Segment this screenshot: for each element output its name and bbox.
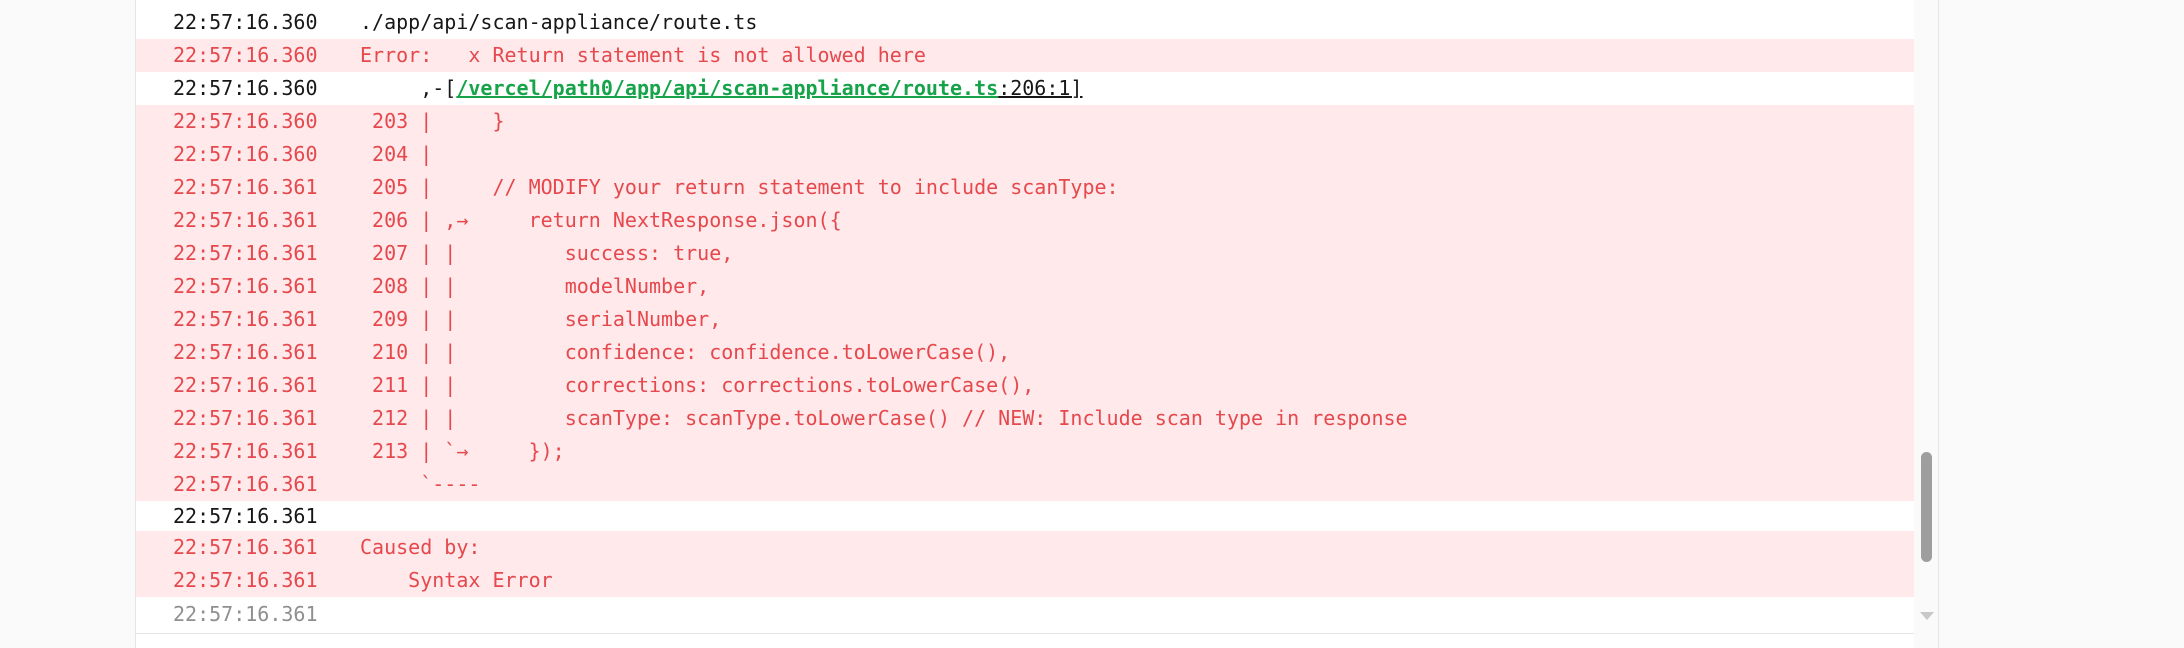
source-file-link[interactable]: /vercel/path0/app/api/scan-appliance/rou… xyxy=(456,76,998,100)
log-line: 22:57:16.361 Syntax Error xyxy=(136,564,1914,597)
log-lines: 22:57:16.360 ./app/api/scan-appliance/rou… xyxy=(136,6,1914,632)
log-timestamp: 22:57:16.360 xyxy=(173,10,318,34)
log-line: 22:57:16.361 Caused by: xyxy=(136,531,1914,564)
log-line: 22:57:16.361 xyxy=(136,597,1914,632)
log-timestamp: 22:57:16.361 xyxy=(173,175,318,199)
log-timestamp: 22:57:16.360 xyxy=(173,43,318,67)
log-prefix: ,-[ xyxy=(360,76,457,100)
build-log-panel: 22:57:16.360 ./app/api/scan-appliance/rou… xyxy=(135,0,1939,648)
log-message: ,-[/vercel/path0/app/api/scan-appliance/… xyxy=(360,72,1082,105)
log-line: 22:57:16.361 210 | | confidence: confide… xyxy=(136,336,1914,369)
log-message: 205 | // MODIFY your return statement to… xyxy=(360,175,1119,199)
log-message: `---- xyxy=(360,472,481,496)
scroll-down-arrow-icon[interactable] xyxy=(1920,612,1934,620)
log-message: 213 | `→ }); xyxy=(360,439,565,463)
log-timestamp: 22:57:16.361 xyxy=(173,504,318,528)
log-line: 22:57:16.361 205 | // MODIFY your return… xyxy=(136,171,1914,204)
log-timestamp: 22:57:16.360 xyxy=(173,76,318,100)
log-message: Caused by: xyxy=(360,535,481,559)
log-message: 207 | | success: true, xyxy=(360,241,734,265)
log-message: 211 | | corrections: corrections.toLower… xyxy=(360,373,1035,397)
log-message: Error: x Return statement is not allowed… xyxy=(360,43,926,67)
log-message: 208 | | modelNumber, xyxy=(360,274,710,298)
vertical-scrollbar[interactable] xyxy=(1914,0,1938,648)
log-message: 209 | | serialNumber, xyxy=(360,307,722,331)
log-line: 22:57:16.360 204 | xyxy=(136,138,1914,171)
log-line: 22:57:16.361 207 | | success: true, xyxy=(136,237,1914,270)
log-message: 204 | xyxy=(360,142,433,166)
log-timestamp: 22:57:16.361 xyxy=(173,373,318,397)
log-line: 22:57:16.361 212 | | scanType: scanType.… xyxy=(136,402,1914,435)
log-line: 22:57:16.361 209 | | serialNumber, xyxy=(136,303,1914,336)
log-message: 212 | | scanType: scanType.toLowerCase()… xyxy=(360,406,1408,430)
log-line: 22:57:16.361 xyxy=(136,501,1914,531)
log-line: 22:57:16.360 ./app/api/scan-appliance/rou… xyxy=(136,6,1914,39)
log-message: 203 | } xyxy=(360,109,505,133)
log-line: 22:57:16.361 208 | | modelNumber, xyxy=(136,270,1914,303)
log-message: Syntax Error xyxy=(360,568,553,592)
log-timestamp: 22:57:16.360 xyxy=(173,109,318,133)
log-timestamp: 22:57:16.361 xyxy=(173,602,318,626)
log-timestamp: 22:57:16.361 xyxy=(173,274,318,298)
log-line: 22:57:16.361 206 | ,→ return NextRespons… xyxy=(136,204,1914,237)
log-timestamp: 22:57:16.360 xyxy=(173,142,318,166)
log-line: 22:57:16.360 ,-[/vercel/path0/app/api/sc… xyxy=(136,72,1914,105)
log-line: 22:57:16.360 203 | } xyxy=(136,105,1914,138)
source-location: :206:1] xyxy=(998,76,1083,100)
log-line: 22:57:16.361 213 | `→ }); xyxy=(136,435,1914,468)
log-message: 206 | ,→ return NextResponse.json({ xyxy=(360,208,842,232)
log-line: 22:57:16.360 Error: x Return statement is… xyxy=(136,39,1914,72)
log-timestamp: 22:57:16.361 xyxy=(173,340,318,364)
log-timestamp: 22:57:16.361 xyxy=(173,241,318,265)
panel-divider xyxy=(136,633,1938,634)
log-timestamp: 22:57:16.361 xyxy=(173,439,318,463)
log-timestamp: 22:57:16.361 xyxy=(173,472,318,496)
log-timestamp: 22:57:16.361 xyxy=(173,307,318,331)
scrollbar-thumb[interactable] xyxy=(1921,452,1932,562)
log-message: ./app/api/scan-appliance/route.ts xyxy=(360,10,758,34)
log-timestamp: 22:57:16.361 xyxy=(173,208,318,232)
log-timestamp: 22:57:16.361 xyxy=(173,406,318,430)
log-line: 22:57:16.361 `---- xyxy=(136,468,1914,501)
log-timestamp: 22:57:16.361 xyxy=(173,535,318,559)
log-message: 210 | | confidence: confidence.toLowerCa… xyxy=(360,340,1011,364)
log-timestamp: 22:57:16.361 xyxy=(173,568,318,592)
log-line: 22:57:16.361 211 | | corrections: correc… xyxy=(136,369,1914,402)
